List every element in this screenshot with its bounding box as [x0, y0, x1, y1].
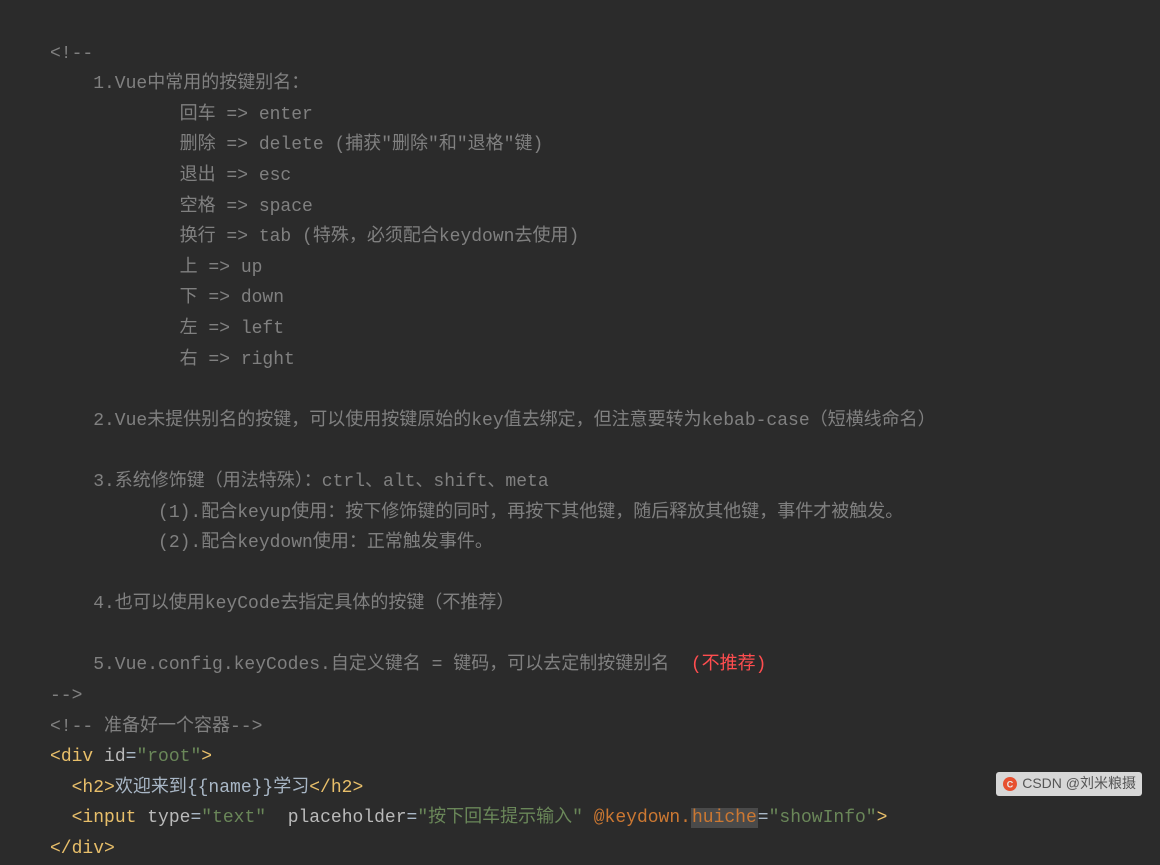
h2-text: 欢迎来到{{name}}学习	[115, 778, 309, 798]
h2-close: </h2>	[309, 778, 363, 798]
comment-close: -->	[50, 686, 82, 706]
comment-open: <!--	[50, 44, 104, 64]
directive-modifier-huiche: huiche	[691, 808, 758, 828]
h2-open: <h2>	[72, 778, 115, 798]
comment-line: (1).配合keyup使用：按下修饰键的同时，再按下其他键，随后释放其他键，事件…	[50, 503, 903, 523]
comment-line: 左 => left	[50, 319, 284, 339]
comment-line: 5.Vue.config.keyCodes.自定义键名 = 键码，可以去定制按键…	[50, 655, 691, 675]
comment-line: 删除 => delete (捕获"删除"和"退格"键)	[50, 135, 543, 155]
code-editor[interactable]: <!-- 1.Vue中常用的按键别名： 回车 => enter 删除 => de…	[0, 0, 1160, 865]
div-open-tag: <div	[50, 747, 104, 767]
comment-line: 回车 => enter	[50, 105, 313, 125]
comment-container: <!-- 准备好一个容器-->	[50, 717, 262, 737]
csdn-logo-icon: C	[1002, 776, 1018, 792]
watermark-text: CSDN @刘米粮摄	[1022, 772, 1136, 796]
comment-line: 上 => up	[50, 258, 262, 278]
comment-line: 退出 => esc	[50, 166, 291, 186]
comment-line: 1.Vue中常用的按键别名：	[50, 74, 309, 94]
input-open: <input	[72, 808, 148, 828]
div-close-tag: </div>	[50, 839, 115, 859]
attr-type: type	[147, 808, 190, 828]
attr-type-value: "text"	[201, 808, 266, 828]
svg-text:C: C	[1007, 780, 1014, 790]
comment-line: 4.也可以使用keyCode去指定具体的按键（不推荐）	[50, 594, 514, 614]
attr-placeholder-value: "按下回车提示输入"	[417, 808, 583, 828]
csdn-watermark: C CSDN @刘米粮摄	[996, 772, 1142, 796]
comment-line: 2.Vue未提供别名的按键，可以使用按键原始的key值去绑定，但注意要转为keb…	[50, 411, 936, 431]
comment-line: (2).配合keydown使用：正常触发事件。	[50, 533, 493, 553]
equals: =	[758, 808, 769, 828]
comment-line: 空格 => space	[50, 197, 313, 217]
comment-line: 换行 => tab (特殊，必须配合keydown去使用)	[50, 227, 579, 247]
comment-line: 下 => down	[50, 288, 284, 308]
attr-value-root: "root"	[136, 747, 201, 767]
directive-value: "showInfo"	[769, 808, 877, 828]
warning-text: (不推荐)	[691, 655, 767, 675]
equals: =	[126, 747, 137, 767]
directive-keydown: @keydown.	[594, 808, 691, 828]
equals: =	[407, 808, 418, 828]
equals: =	[190, 808, 201, 828]
tag-close-bracket: >	[877, 808, 888, 828]
comment-line: 右 => right	[50, 350, 295, 370]
tag-close-bracket: >	[201, 747, 212, 767]
attr-id: id	[104, 747, 126, 767]
attr-placeholder: placeholder	[288, 808, 407, 828]
comment-line: 3.系统修饰键（用法特殊）：ctrl、alt、shift、meta	[50, 472, 549, 492]
